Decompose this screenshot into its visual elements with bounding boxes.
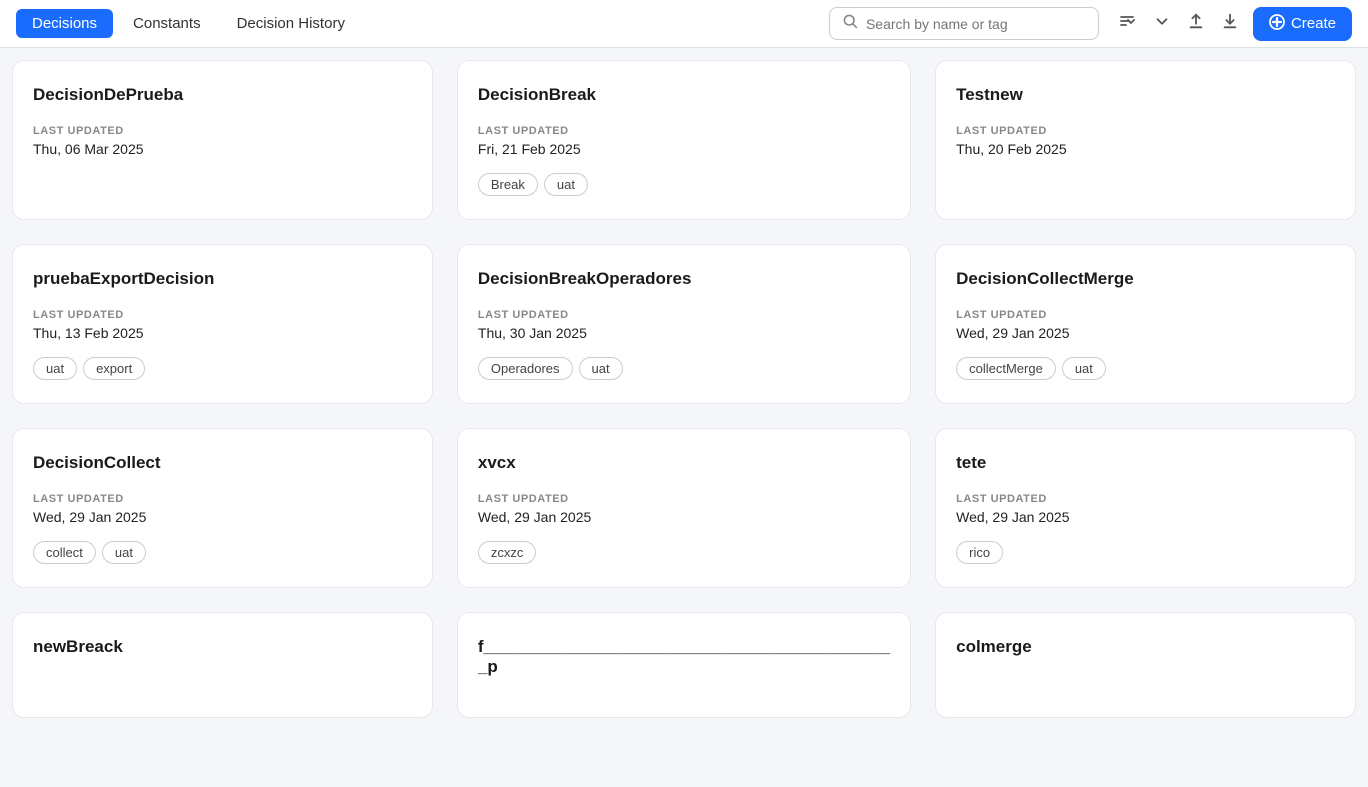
card-9[interactable]: newBreack: [12, 612, 433, 718]
tag-uat[interactable]: uat: [544, 173, 588, 196]
create-label: Create: [1291, 15, 1336, 32]
chevron-down-button[interactable]: [1147, 6, 1177, 41]
card-title-0: DecisionDePrueba: [33, 85, 412, 105]
tab-group: Decisions Constants Decision History: [16, 9, 361, 38]
create-button[interactable]: Create: [1253, 7, 1352, 41]
card-tags-4: Operadores uat: [478, 357, 890, 380]
card-8[interactable]: tete LAST UPDATED Wed, 29 Jan 2025 rico: [935, 428, 1356, 588]
card-tags-1: Break uat: [478, 173, 890, 196]
search-box: [829, 7, 1099, 40]
card-title-8: tete: [956, 453, 1335, 473]
cards-grid: DecisionDePrueba LAST UPDATED Thu, 06 Mar …: [0, 48, 1368, 730]
card-date-4: Thu, 30 Jan 2025: [478, 325, 890, 341]
search-icon: [842, 13, 858, 34]
card-3[interactable]: pruebaExportDecision LAST UPDATED Thu, 13 …: [12, 244, 433, 404]
card-title-6: DecisionCollect: [33, 453, 412, 473]
card-4[interactable]: DecisionBreakOperadores LAST UPDATED Thu, …: [457, 244, 911, 404]
card-6[interactable]: DecisionCollect LAST UPDATED Wed, 29 Jan 2…: [12, 428, 433, 588]
plus-icon: [1269, 14, 1285, 34]
card-date-2: Thu, 20 Feb 2025: [956, 141, 1335, 157]
tag-zcxzc[interactable]: zcxzc: [478, 541, 537, 564]
card-date-1: Fri, 21 Feb 2025: [478, 141, 890, 157]
main-content: DecisionDePrueba LAST UPDATED Thu, 06 Mar …: [0, 48, 1368, 787]
card-title-5: DecisionCollectMerge: [956, 269, 1335, 289]
tag-operadores[interactable]: Operadores: [478, 357, 573, 380]
card-label-6: LAST UPDATED: [33, 493, 412, 505]
card-date-7: Wed, 29 Jan 2025: [478, 509, 890, 525]
card-label-1: LAST UPDATED: [478, 125, 890, 137]
card-tags-7: zcxzc: [478, 541, 890, 564]
card-2[interactable]: Testnew LAST UPDATED Thu, 20 Feb 2025: [935, 60, 1356, 220]
tag-collect[interactable]: collect: [33, 541, 96, 564]
card-tags-8: rico: [956, 541, 1335, 564]
card-tags-6: collect uat: [33, 541, 412, 564]
tab-constants[interactable]: Constants: [117, 9, 217, 38]
chevron-down-icon: [1153, 12, 1171, 35]
card-title-10: f_______________________________________…: [478, 637, 890, 677]
sort-icon: [1117, 11, 1137, 36]
card-title-1: DecisionBreak: [478, 85, 890, 105]
card-label-0: LAST UPDATED: [33, 125, 412, 137]
download-button[interactable]: [1215, 6, 1245, 41]
sort-button[interactable]: [1111, 5, 1143, 42]
card-label-8: LAST UPDATED: [956, 493, 1335, 505]
card-title-7: xvcx: [478, 453, 890, 473]
card-title-2: Testnew: [956, 85, 1335, 105]
card-date-8: Wed, 29 Jan 2025: [956, 509, 1335, 525]
card-date-0: Thu, 06 Mar 2025: [33, 141, 412, 157]
tag-break[interactable]: Break: [478, 173, 538, 196]
header: Decisions Constants Decision History: [0, 0, 1368, 48]
search-input[interactable]: [866, 16, 1086, 32]
card-date-6: Wed, 29 Jan 2025: [33, 509, 412, 525]
card-tags-5: collectMerge uat: [956, 357, 1335, 380]
card-5[interactable]: DecisionCollectMerge LAST UPDATED Wed, 29 …: [935, 244, 1356, 404]
tag-uat[interactable]: uat: [33, 357, 77, 380]
card-0[interactable]: DecisionDePrueba LAST UPDATED Thu, 06 Mar …: [12, 60, 433, 220]
card-date-5: Wed, 29 Jan 2025: [956, 325, 1335, 341]
header-actions: Create: [1111, 5, 1352, 42]
card-title-9: newBreack: [33, 637, 412, 657]
card-1[interactable]: DecisionBreak LAST UPDATED Fri, 21 Feb 202…: [457, 60, 911, 220]
upload-button[interactable]: [1181, 6, 1211, 41]
card-label-7: LAST UPDATED: [478, 493, 890, 505]
card-date-3: Thu, 13 Feb 2025: [33, 325, 412, 341]
tab-decision-history[interactable]: Decision History: [221, 9, 361, 38]
card-title-3: pruebaExportDecision: [33, 269, 412, 289]
tag-collectmerge[interactable]: collectMerge: [956, 357, 1056, 380]
tag-uat[interactable]: uat: [579, 357, 623, 380]
download-icon: [1221, 12, 1239, 35]
tag-export[interactable]: export: [83, 357, 145, 380]
card-label-4: LAST UPDATED: [478, 309, 890, 321]
card-title-4: DecisionBreakOperadores: [478, 269, 890, 289]
tag-rico[interactable]: rico: [956, 541, 1003, 564]
upload-icon: [1187, 12, 1205, 35]
card-label-2: LAST UPDATED: [956, 125, 1335, 137]
card-tags-3: uat export: [33, 357, 412, 380]
tab-decisions[interactable]: Decisions: [16, 9, 113, 38]
card-11[interactable]: colmerge: [935, 612, 1356, 718]
card-label-5: LAST UPDATED: [956, 309, 1335, 321]
card-7[interactable]: xvcx LAST UPDATED Wed, 29 Jan 2025 zcxzc: [457, 428, 911, 588]
card-10[interactable]: f_______________________________________…: [457, 612, 911, 718]
card-label-3: LAST UPDATED: [33, 309, 412, 321]
card-title-11: colmerge: [956, 637, 1335, 657]
tag-uat[interactable]: uat: [1062, 357, 1106, 380]
tag-uat[interactable]: uat: [102, 541, 146, 564]
